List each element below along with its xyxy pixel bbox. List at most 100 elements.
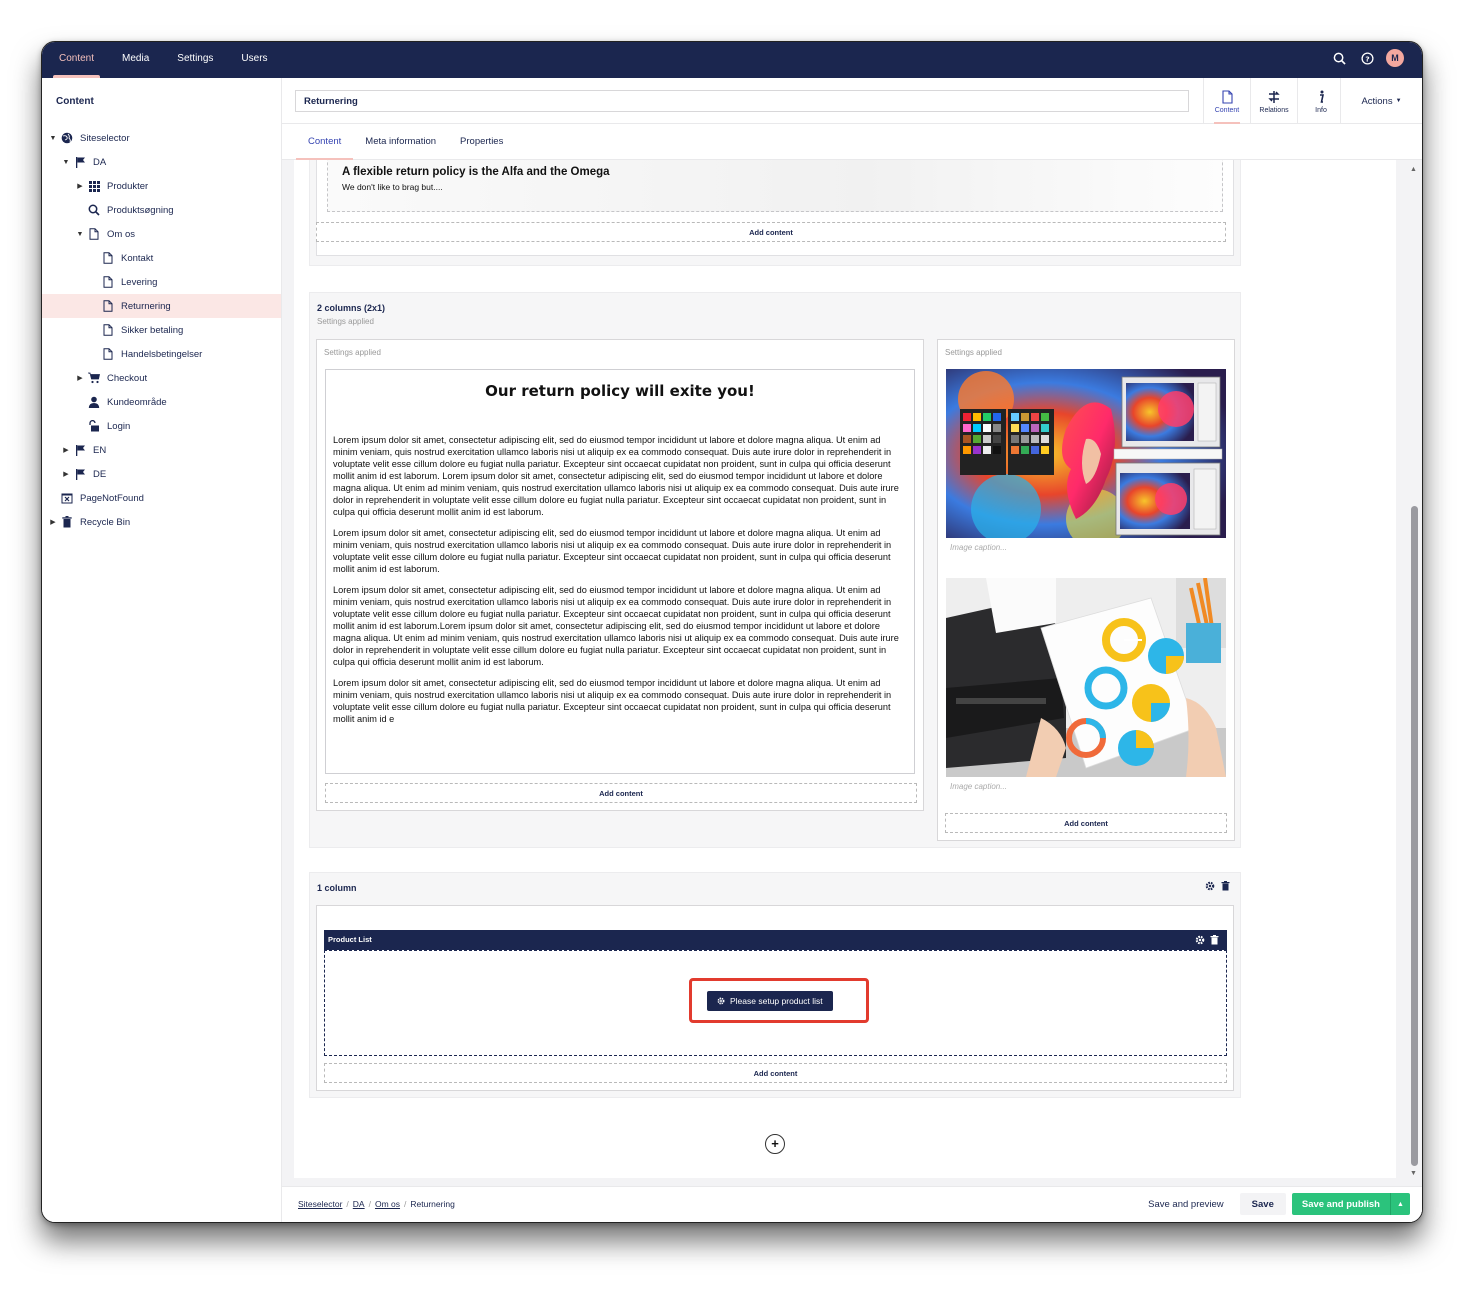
tree-item-levering[interactable]: Levering [42, 270, 281, 294]
add-section-button[interactable]: + [765, 1134, 785, 1154]
breadcrumb-item[interactable]: DA [353, 1199, 365, 1209]
product-list-header: Product List [324, 930, 1227, 950]
node-name-input[interactable] [295, 90, 1189, 112]
save-and-preview-button[interactable]: Save and preview [1138, 1199, 1234, 1210]
tree-item-de[interactable]: ▶ DE [42, 462, 281, 486]
nav-content[interactable]: Content [45, 42, 108, 78]
tree-item-returnering[interactable]: Returnering [42, 294, 281, 318]
tree-item-sikker-betaling[interactable]: Sikker betaling [42, 318, 281, 342]
screenshot-collage [1113, 376, 1223, 536]
tree-item-handelsbetingelser[interactable]: Handelsbetingelser [42, 342, 281, 366]
save-and-publish-button[interactable]: Save and publish [1291, 1193, 1390, 1215]
tree-item-en[interactable]: ▶ EN [42, 438, 281, 462]
tree-item-label: PageNotFound [80, 492, 144, 504]
relations-icon [1268, 89, 1280, 105]
tree-item-kundeområde[interactable]: Kundeområde [42, 390, 281, 414]
editor-header: Content Relations Info Actions ▼ [282, 78, 1422, 124]
caret-right-icon[interactable]: ▶ [75, 374, 85, 382]
nav-media[interactable]: Media [108, 42, 163, 78]
breadcrumb-separator: / [368, 1199, 371, 1209]
caret-down-icon[interactable]: ▼ [75, 231, 85, 238]
tree-item-siteselector[interactable]: ▼ Siteselector [42, 126, 281, 150]
avatar[interactable]: M [1386, 49, 1404, 67]
gear-icon[interactable] [1195, 935, 1205, 945]
tab-meta-information[interactable]: Meta information [353, 124, 448, 160]
save-button[interactable]: Save [1239, 1193, 1286, 1215]
document-icon [101, 275, 115, 289]
media-image-colorful-woman[interactable] [946, 369, 1226, 538]
rich-text-editor[interactable]: Our return policy will exite you! Lorem … [325, 369, 915, 774]
lock-icon [87, 419, 101, 433]
grid-icon [87, 179, 101, 193]
app-relations[interactable]: Relations [1250, 78, 1297, 124]
caret-right-icon[interactable]: ▶ [48, 518, 58, 526]
nav-settings[interactable]: Settings [163, 42, 227, 78]
search-icon[interactable] [1330, 49, 1348, 67]
rte-paragraph: Lorem ipsum dolor sit amet, consectetur … [333, 678, 892, 724]
tree-item-label: DA [93, 156, 107, 168]
image-caption-input[interactable]: Image caption... [950, 782, 1007, 791]
tree-item-label: DE [93, 468, 107, 480]
breadcrumb-item[interactable]: Siteselector [298, 1199, 342, 1209]
caret-right-icon[interactable]: ▶ [61, 446, 71, 454]
flag-icon [73, 155, 87, 169]
media-image-printer[interactable] [946, 578, 1226, 777]
add-content-button[interactable]: Add content [325, 783, 917, 803]
actions-dropdown[interactable]: Actions ▼ [1340, 78, 1422, 124]
tree-item-produkter[interactable]: ▶ Produkter [42, 174, 281, 198]
section-settings-note: Settings applied [317, 317, 374, 326]
section-title: 1 column [317, 883, 357, 893]
tree-item-kontakt[interactable]: Kontakt [42, 246, 281, 270]
svg-text:?: ? [1365, 54, 1369, 63]
tab-properties[interactable]: Properties [448, 124, 515, 160]
scroll-up-icon[interactable]: ▲ [1410, 166, 1417, 173]
tree-item-label: Levering [121, 276, 158, 288]
image-caption-input[interactable]: Image caption... [950, 543, 1007, 552]
tree-item-label: Handelsbetingelser [121, 348, 203, 360]
tree-item-label: Kontakt [121, 252, 154, 264]
caret-down-icon[interactable]: ▼ [61, 159, 71, 166]
tree-item-produktsøgning[interactable]: Produktsøgning [42, 198, 281, 222]
hero-banner: A flexible return policy is the Alfa and… [327, 160, 1223, 212]
app-content[interactable]: Content [1203, 78, 1250, 124]
breadcrumb-separator: / [346, 1199, 349, 1209]
product-list-label: Product List [328, 935, 372, 944]
tree-item-recycle-bin[interactable]: ▶ Recycle Bin [42, 510, 281, 534]
caret-right-icon[interactable]: ▶ [75, 182, 85, 190]
tree-item-login[interactable]: Login [42, 414, 281, 438]
tree-item-label: Om os [107, 228, 135, 240]
rte-paragraph: Lorem ipsum dolor sit amet, consectetur … [333, 435, 899, 517]
add-content-button[interactable]: Add content [945, 813, 1227, 833]
rte-paragraph: Lorem ipsum dolor sit amet, consectetur … [333, 528, 892, 574]
tree-item-om-os[interactable]: ▼ Om os [42, 222, 281, 246]
tab-content[interactable]: Content [296, 124, 354, 160]
trash-icon[interactable] [1210, 935, 1219, 945]
tree-item-checkout[interactable]: ▶ Checkout [42, 366, 281, 390]
scroll-down-icon[interactable]: ▼ [1410, 1170, 1417, 1177]
content-tabs: Content Meta information Properties [282, 124, 1422, 160]
breadcrumb-item[interactable]: Om os [375, 1199, 400, 1209]
top-bar: Content Media Settings Users ? M [42, 42, 1422, 78]
nav-users[interactable]: Users [227, 42, 281, 78]
caret-down-icon[interactable]: ▼ [48, 135, 58, 142]
footer-buttons: Save and preview Save Save and publish ▲ [1138, 1193, 1410, 1215]
tree-item-da[interactable]: ▼ DA [42, 150, 281, 174]
app-info[interactable]: Info [1297, 78, 1344, 124]
section-controls [1205, 881, 1230, 891]
product-list-controls [1195, 930, 1219, 950]
editor-footer: Siteselector / DA / Om os / Returnering … [282, 1186, 1422, 1222]
hero-cell: A flexible return policy is the Alfa and… [316, 160, 1234, 256]
breadcrumb: Siteselector / DA / Om os / Returnering [298, 1199, 455, 1209]
scroll-thumb[interactable] [1411, 506, 1418, 1166]
tree-item-label: Kundeområde [107, 396, 167, 408]
gear-icon[interactable] [1205, 881, 1215, 891]
document-icon [87, 227, 101, 241]
editor-scrollbar[interactable]: ▲ ▼ [1410, 166, 1418, 1177]
help-icon[interactable]: ? [1358, 49, 1376, 67]
tree-item-pagenotfound[interactable]: PageNotFound [42, 486, 281, 510]
add-content-button[interactable]: Add content [316, 222, 1226, 242]
caret-right-icon[interactable]: ▶ [61, 470, 71, 478]
add-content-button[interactable]: Add content [324, 1063, 1227, 1083]
publish-options-chevron-icon[interactable]: ▲ [1390, 1193, 1410, 1215]
trash-icon[interactable] [1221, 881, 1230, 891]
